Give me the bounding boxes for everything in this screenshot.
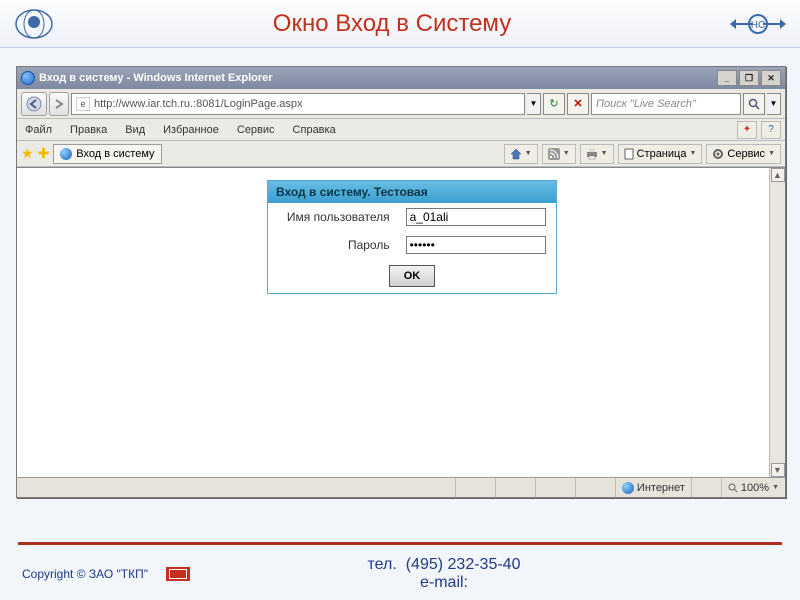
window-titlebar[interactable]: Вход в систему - Windows Internet Explor… xyxy=(17,67,785,89)
back-button[interactable] xyxy=(21,92,47,116)
scroll-up-icon[interactable]: ▲ xyxy=(771,168,785,182)
minimize-button[interactable]: _ xyxy=(717,70,737,86)
menu-file[interactable]: Файл xyxy=(21,122,56,138)
home-icon xyxy=(510,148,522,160)
mail-icon xyxy=(166,567,190,581)
page-icon xyxy=(624,148,634,160)
address-toolbar: e http://www.iar.tch.ru.:8081/LoginPage.… xyxy=(17,89,785,119)
window-title: Вход в систему - Windows Internet Explor… xyxy=(39,72,273,84)
browser-tab[interactable]: Вход в систему xyxy=(53,144,161,164)
slide-footer: Copyright © ЗАО "ТКП" тел. (495) 232-35-… xyxy=(0,556,800,592)
menu-tools[interactable]: Сервис xyxy=(233,122,279,138)
page-menu-button[interactable]: Страница▼ xyxy=(618,144,703,164)
address-bar[interactable]: e http://www.iar.tch.ru.:8081/LoginPage.… xyxy=(71,93,525,115)
slide-title: Окно Вход в Систему xyxy=(56,10,728,38)
encoding-button[interactable]: ✦ xyxy=(737,121,757,139)
logo-left xyxy=(12,6,56,42)
username-input[interactable] xyxy=(406,208,546,226)
search-button[interactable] xyxy=(743,93,765,115)
ie-icon xyxy=(21,71,35,85)
security-zone[interactable]: Интернет xyxy=(615,478,691,497)
tab-title: Вход в систему xyxy=(76,148,154,160)
menu-view[interactable]: Вид xyxy=(121,122,149,138)
svg-text:НС: НС xyxy=(751,20,765,31)
favorites-command-bar: ★ ✚ Вход в систему ▼ ▼ ▼ Страница▼ Серви… xyxy=(17,141,785,167)
zoom-icon xyxy=(728,483,738,493)
tools-menu-button[interactable]: Сервис▼ xyxy=(706,144,781,164)
status-seg-2 xyxy=(495,478,535,497)
zoom-control[interactable]: 100% ▼ xyxy=(721,478,785,497)
login-header: Вход в систему. Тестовая xyxy=(268,181,556,203)
status-seg-4 xyxy=(575,478,615,497)
stop-button[interactable]: ✕ xyxy=(567,93,589,115)
login-panel: Вход в систему. Тестовая Имя пользовател… xyxy=(267,180,557,294)
contact-block: тел. (495) 232-35-40 e-mail: xyxy=(208,556,680,592)
help-icon[interactable]: ? xyxy=(761,121,781,139)
status-seg-3 xyxy=(535,478,575,497)
copyright-text: Copyright © ЗАО "ТКП" xyxy=(0,567,148,581)
ie-window: Вход в систему - Windows Internet Explor… xyxy=(16,66,786,498)
rss-button[interactable]: ▼ xyxy=(542,144,576,164)
menu-bar: Файл Правка Вид Избранное Сервис Справка… xyxy=(17,119,785,141)
print-icon xyxy=(586,148,598,160)
tab-favicon xyxy=(60,148,72,160)
username-label: Имя пользователя xyxy=(268,203,398,231)
globe-icon xyxy=(622,482,634,494)
status-seg-6 xyxy=(691,478,721,497)
close-button[interactable]: ✕ xyxy=(761,70,781,86)
url-text: http://www.iar.tch.ru.:8081/LoginPage.as… xyxy=(94,98,303,110)
status-seg-1 xyxy=(455,478,495,497)
status-bar: Интернет 100% ▼ xyxy=(17,477,785,497)
maximize-button[interactable]: ❐ xyxy=(739,70,759,86)
password-input[interactable] xyxy=(406,236,546,254)
divider-rule xyxy=(18,542,782,545)
scroll-down-icon[interactable]: ▼ xyxy=(771,463,785,477)
menu-favorites[interactable]: Избранное xyxy=(159,122,223,138)
home-button[interactable]: ▼ xyxy=(504,144,538,164)
gear-icon xyxy=(712,148,724,160)
search-box[interactable]: Поиск "Live Search" xyxy=(591,93,741,115)
menu-edit[interactable]: Правка xyxy=(66,122,111,138)
url-dropdown[interactable]: ▼ xyxy=(527,93,541,115)
forward-button[interactable] xyxy=(49,92,69,116)
logo-right: НС xyxy=(728,9,788,39)
rss-icon xyxy=(548,148,560,160)
page-favicon: e xyxy=(76,97,90,111)
search-dropdown[interactable]: ▼ xyxy=(767,93,781,115)
menu-help[interactable]: Справка xyxy=(289,122,340,138)
vertical-scrollbar[interactable]: ▲ ▼ xyxy=(769,168,785,477)
add-favorite-icon[interactable]: ★ xyxy=(21,145,34,162)
page-viewport: Вход в систему. Тестовая Имя пользовател… xyxy=(17,167,785,477)
ok-button[interactable]: OK xyxy=(389,265,435,287)
refresh-button[interactable]: ↻ xyxy=(543,93,565,115)
favorites-center-icon[interactable]: ✚ xyxy=(38,145,50,162)
print-button[interactable]: ▼ xyxy=(580,144,614,164)
password-label: Пароль xyxy=(268,231,398,259)
presentation-banner: Окно Вход в Систему НС xyxy=(0,0,800,48)
